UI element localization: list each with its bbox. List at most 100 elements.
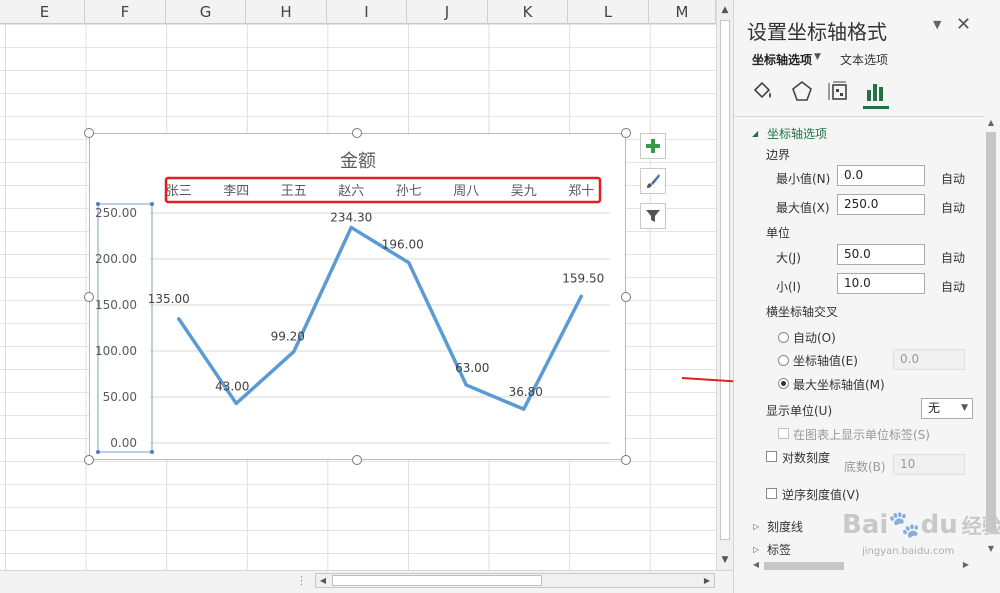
resize-handle-bottom[interactable] [352,455,362,465]
column-header-i[interactable]: I [327,0,407,24]
horizontal-scrollbar[interactable]: ◀ ▶ [315,573,715,588]
show-units-checkbox[interactable] [778,428,789,439]
resize-handle-right[interactable] [621,292,631,302]
scroll-left-icon[interactable]: ◀ [316,574,330,587]
cross-auto-label[interactable]: 自动(O) [793,329,836,346]
axis-selection-handle [150,450,154,454]
data-label: 135.00 [148,292,190,306]
section-axis-options[interactable]: 坐标轴选项 [767,125,827,142]
minor-unit-input[interactable]: 10.0 [837,273,925,294]
active-tab-indicator [863,106,889,109]
watermark-url: jingyan.baidu.com [862,546,955,557]
cross-value-label[interactable]: 坐标轴值(E) [793,352,858,369]
min-input[interactable]: 0.0 [837,165,925,186]
column-headers: EFGHIJKLM [0,0,716,24]
display-units-label: 显示单位(U) [766,404,833,418]
cross-max-label[interactable]: 最大坐标轴值(M) [793,376,885,393]
data-label: 234.30 [330,210,372,224]
chart-filters-button[interactable] [640,203,666,229]
reverse-checkbox[interactable] [766,488,777,499]
pane-options-chevron-icon[interactable]: ▼ [933,18,941,31]
effects-tab[interactable] [788,78,816,104]
cross-value-radio[interactable] [778,355,789,366]
format-axis-pane: 设置坐标轴格式 ▼ ✕ 坐标轴选项 ▼ 文本选项 ◢ 坐标轴选项 边界 最小值(… [733,0,1000,593]
chart-styles-button[interactable] [640,168,666,194]
display-units-select[interactable]: 无 ▼ [921,398,973,419]
expand-triangle-icon[interactable]: ▷ [753,522,759,531]
min-auto-button[interactable]: 自动 [941,170,965,187]
scroll-up-icon[interactable]: ▲ [984,118,998,130]
chevron-down-icon[interactable]: ▼ [814,52,821,62]
x-tick-label: 周八 [453,184,479,199]
resize-handle-bottom-left[interactable] [84,455,94,465]
major-unit-input[interactable]: 50.0 [837,244,925,265]
vertical-scroll-thumb[interactable] [720,20,730,540]
max-auto-button[interactable]: 自动 [941,199,965,216]
plus-icon [646,139,660,153]
data-label: 63.00 [455,361,489,375]
chart-elements-button[interactable] [640,133,666,159]
vertical-scrollbar[interactable]: ▲ ▼ [716,0,733,570]
show-units-label[interactable]: 在图表上显示单位标签(S) [793,426,930,443]
pane-hscroll-thumb[interactable] [764,562,844,570]
x-tick-label: 王五 [281,184,307,199]
display-units-value: 无 [928,401,941,415]
line-chart[interactable]: 金额 0.00 50.00 100.00 150.00 200.00 250.00 张三 李四 王… [89,133,626,460]
base-label: 底数(B) [844,460,886,474]
minor-auto-button[interactable]: 自动 [941,278,965,295]
cross-max-radio[interactable] [778,378,789,389]
column-header-e[interactable]: E [5,0,85,24]
size-properties-tab[interactable] [825,78,853,104]
pane-scroll-thumb[interactable] [986,132,996,532]
fill-line-tab[interactable] [749,78,777,104]
pane-horizontal-scrollbar[interactable]: ◀ ▶ [750,560,972,572]
resize-handle-top-right[interactable] [621,128,631,138]
scroll-right-icon[interactable]: ▶ [700,574,714,587]
paint-bucket-icon [753,81,771,99]
scroll-down-icon[interactable]: ▼ [717,552,733,568]
data-label: 196.00 [382,238,424,252]
cross-value-input[interactable]: 0.0 [893,349,965,370]
scroll-left-icon[interactable]: ◀ [750,560,762,572]
cross-auto-radio[interactable] [778,332,789,343]
tab-axis-options[interactable]: 坐标轴选项 [752,51,812,68]
column-header-g[interactable]: G [166,0,246,24]
column-header-m[interactable]: M [649,0,716,24]
resize-handle-bottom-right[interactable] [621,455,631,465]
scroll-up-icon[interactable]: ▲ [717,2,733,18]
x-tick-label: 郑十 [568,184,594,199]
resize-handle-left[interactable] [84,292,94,302]
log-scale-checkbox[interactable] [766,451,777,462]
filter-icon [646,210,660,222]
reverse-label[interactable]: 逆序刻度值(V) [782,486,860,503]
section-labels[interactable]: 标签 [767,541,791,558]
cross-heading: 横坐标轴交叉 [766,305,839,319]
max-input[interactable]: 250.0 [837,194,925,215]
horizontal-scroll-thumb[interactable] [332,575,542,586]
base-input[interactable]: 10 [893,454,965,475]
close-icon[interactable]: ✕ [956,14,971,35]
section-tickmarks[interactable]: 刻度线 [767,518,803,535]
column-header-k[interactable]: K [488,0,568,24]
scroll-down-icon[interactable]: ▼ [984,544,998,556]
chart-canvas: 金额 0.00 50.00 100.00 150.00 200.00 250.00 张三 李四 王… [95,151,610,454]
brush-icon [647,174,660,188]
resize-handle-top-left[interactable] [84,128,94,138]
collapse-triangle-icon[interactable]: ◢ [752,129,758,138]
chevron-down-icon: ▼ [961,403,968,413]
expand-triangle-icon[interactable]: ▷ [753,545,759,554]
tab-text-options[interactable]: 文本选项 [840,51,888,68]
axis-options-tab[interactable] [862,78,890,104]
major-auto-button[interactable]: 自动 [941,249,965,266]
y-tick-label: 0.00 [110,436,137,450]
column-header-j[interactable]: J [407,0,488,24]
column-header-f[interactable]: F [85,0,166,24]
column-header-h[interactable]: H [246,0,327,24]
resize-handle-top[interactable] [352,128,362,138]
log-scale-label[interactable]: 对数刻度 [782,449,830,466]
pane-vertical-scrollbar[interactable]: ▲ ▼ [984,118,998,573]
column-header-l[interactable]: L [568,0,649,24]
splitter-handle-icon[interactable]: ⋮ [296,574,307,587]
scroll-right-icon[interactable]: ▶ [960,560,972,572]
data-label: 159.50 [562,271,604,285]
